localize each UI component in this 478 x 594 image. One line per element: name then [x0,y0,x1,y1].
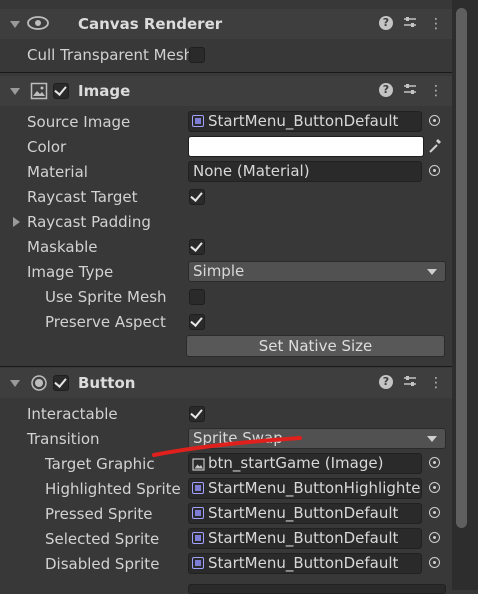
sprite-icon [192,482,204,494]
kebab-menu-icon[interactable]: ⋮ [428,82,444,100]
button-enabled-checkbox[interactable] [53,375,69,391]
component-title: Image [78,82,131,100]
transition-label: Transition [27,430,100,448]
source-image-label: Source Image [27,113,131,131]
preserve-aspect-label: Preserve Aspect [45,313,166,331]
pressed-sprite-field[interactable]: StartMenu_ButtonDefault [188,503,422,524]
maskable-label: Maskable [27,238,98,256]
cull-transparent-mesh-label: Cull Transparent Mesh [27,46,194,64]
button-component-icon [30,374,48,396]
foldout-arrow-icon[interactable] [10,88,20,95]
color-field[interactable] [188,136,424,157]
use-sprite-mesh-checkbox[interactable] [189,289,205,305]
object-picker-icon[interactable] [424,478,444,499]
disabled-sprite-value: StartMenu_ButtonDefault [208,554,399,572]
object-picker-icon[interactable] [424,553,444,574]
object-picker-icon[interactable] [424,528,444,549]
divider [0,366,452,367]
image-type-dropdown[interactable]: Simple [188,261,446,282]
button-header[interactable]: Button ? ⋮ [0,368,452,398]
object-picker-icon[interactable] [424,161,444,182]
raycast-target-label: Raycast Target [27,188,138,206]
preserve-aspect-checkbox[interactable] [189,314,205,330]
image-enabled-checkbox[interactable] [53,83,69,99]
image-component-icon [192,457,205,475]
component-title: Button [78,374,136,392]
selected-sprite-field[interactable]: StartMenu_ButtonDefault [188,528,422,549]
disabled-sprite-field[interactable]: StartMenu_ButtonDefault [188,553,422,574]
material-label: Material [27,163,88,181]
interactable-label: Interactable [27,405,118,423]
object-picker-icon[interactable] [424,111,444,132]
source-image-value: StartMenu_ButtonDefault [208,112,399,130]
set-native-size-button[interactable]: Set Native Size [186,335,445,357]
image-type-value: Simple [193,262,245,280]
raycast-target-checkbox[interactable] [189,189,205,205]
sprite-icon [192,557,204,569]
interactable-checkbox[interactable] [189,406,205,422]
raycast-padding-label[interactable]: Raycast Padding [27,212,151,232]
source-image-field[interactable]: StartMenu_ButtonDefault [188,111,422,132]
object-picker-icon[interactable] [424,503,444,524]
foldout-arrow-icon[interactable] [10,380,20,387]
scrollbar-thumb[interactable] [456,8,467,528]
target-graphic-value: btn_startGame (Image) [208,454,384,472]
highlighted-sprite-value: StartMenu_ButtonHighlighted [208,479,420,497]
sprite-icon [192,507,204,519]
use-sprite-mesh-label: Use Sprite Mesh [45,288,167,306]
image-header[interactable]: Image ? ⋮ [0,76,452,106]
kebab-menu-icon[interactable]: ⋮ [428,374,444,392]
divider [0,72,452,73]
image-type-label: Image Type [27,263,114,281]
sprite-icon [192,115,204,127]
pressed-sprite-label: Pressed Sprite [45,505,153,523]
cull-transparent-mesh-checkbox[interactable] [189,47,205,63]
chevron-down-icon [427,436,437,442]
preset-icon[interactable] [402,374,418,393]
selected-sprite-value: StartMenu_ButtonDefault [208,529,399,547]
object-picker-icon[interactable] [424,453,444,474]
canvas-renderer-header[interactable]: Canvas Renderer ? ⋮ [0,9,452,39]
disabled-sprite-label: Disabled Sprite [45,555,160,573]
help-icon[interactable]: ? [379,375,393,389]
material-value: None (Material) [193,162,310,180]
color-label: Color [27,138,67,156]
help-icon[interactable]: ? [379,16,393,30]
maskable-checkbox[interactable] [189,239,205,255]
target-graphic-label: Target Graphic [45,455,155,473]
selected-sprite-label: Selected Sprite [45,530,160,548]
target-graphic-field[interactable]: btn_startGame (Image) [188,453,422,474]
highlighted-sprite-field[interactable]: StartMenu_ButtonHighlighted [188,478,422,499]
foldout-arrow-icon[interactable] [13,217,20,227]
component-title: Canvas Renderer [78,15,223,33]
preset-icon[interactable] [402,82,418,101]
chevron-down-icon [427,269,437,275]
preset-icon[interactable] [402,15,418,34]
foldout-arrow-icon[interactable] [10,21,20,28]
kebab-menu-icon[interactable]: ⋮ [428,15,444,33]
material-field[interactable]: None (Material) [188,161,422,182]
eye-icon [26,14,50,36]
sprite-icon [192,532,204,544]
help-icon[interactable]: ? [379,83,393,97]
partial-field[interactable] [188,584,446,594]
highlighted-sprite-label: Highlighted Sprite [45,480,181,498]
pressed-sprite-value: StartMenu_ButtonDefault [208,504,399,522]
eyedropper-icon[interactable] [428,138,442,158]
image-component-icon [30,82,48,104]
